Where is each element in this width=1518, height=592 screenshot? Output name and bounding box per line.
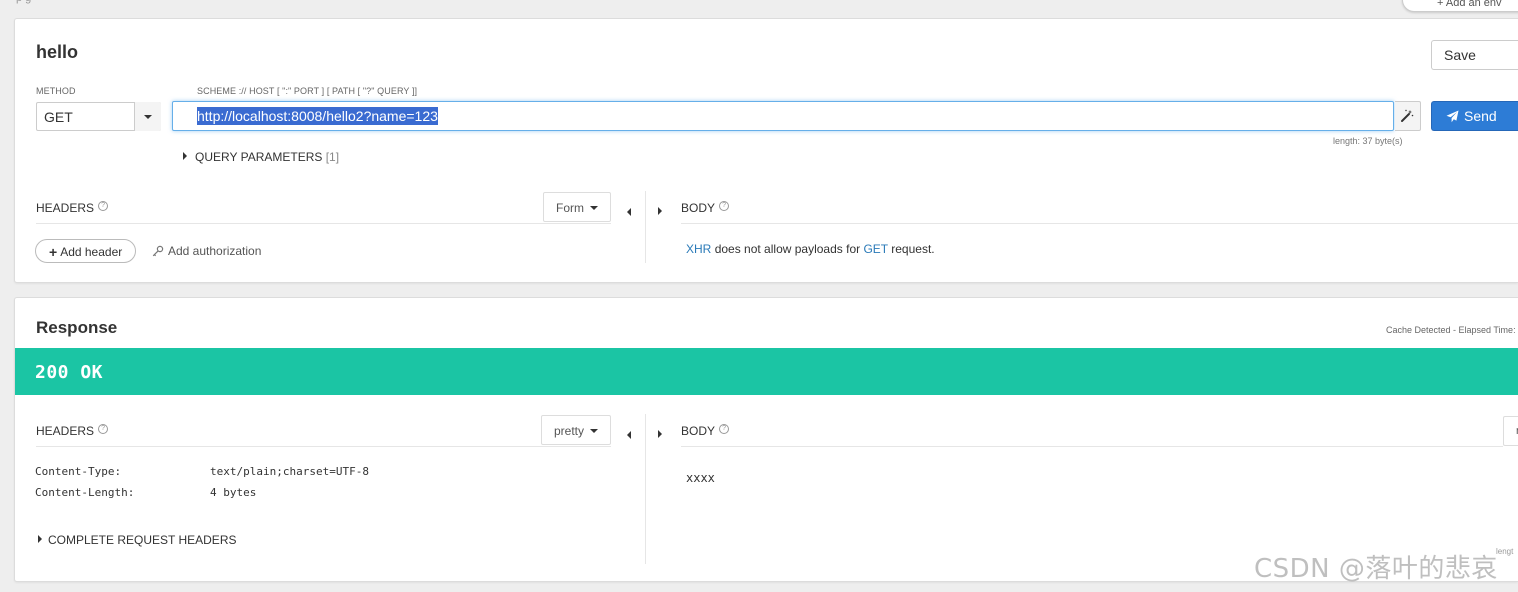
method-label: METHOD (36, 86, 76, 96)
request-body-label: BODY (681, 201, 716, 215)
query-parameters-label: QUERY PARAMETERS (195, 150, 323, 164)
header-name: Content-Length: (35, 486, 135, 499)
send-label: Send (1464, 108, 1497, 124)
response-body-heading: BODY? (681, 424, 730, 438)
response-headers-label: HEADERS (36, 424, 95, 438)
add-header-button[interactable]: + Add header (35, 239, 136, 263)
xhr-note-end: request. (891, 242, 935, 256)
clipped-breadcrumb: p g (16, 0, 31, 4)
caret-left-icon (627, 208, 631, 216)
help-icon[interactable]: ? (98, 201, 109, 211)
table-row: Content-Length: (35, 486, 134, 499)
add-authorization-link[interactable]: Add authorization (152, 244, 261, 258)
collapse-right-button[interactable] (658, 426, 670, 444)
collapse-left-button[interactable] (627, 426, 631, 444)
response-panel: Response Cache Detected - Elapsed Time: … (14, 297, 1518, 582)
caret-right-icon (38, 535, 42, 543)
help-icon[interactable]: ? (719, 201, 730, 211)
body-underline (681, 223, 1518, 224)
url-format-label: SCHEME :// HOST [ ":" PORT ] [ PATH [ "?… (197, 86, 418, 96)
headers-mode-value: Form (556, 201, 584, 215)
xhr-note-text: does not allow payloads for (714, 242, 861, 256)
key-icon (152, 245, 164, 257)
response-title: Response (36, 318, 118, 337)
magic-wand-icon (1401, 109, 1414, 122)
complete-request-headers-label: COMPLETE REQUEST HEADERS (48, 533, 237, 547)
request-body-heading: BODY? (681, 201, 730, 215)
help-icon[interactable]: ? (719, 424, 730, 434)
header-value: 4 bytes (210, 486, 257, 499)
magic-wand-button[interactable] (1395, 101, 1421, 131)
query-parameters-toggle[interactable]: QUERY PARAMETERS [1] (183, 150, 339, 164)
request-headers-label: HEADERS (36, 201, 95, 215)
xhr-payload-note: XHR does not allow payloads for GET requ… (686, 242, 935, 256)
add-authorization-label: Add authorization (168, 244, 262, 258)
add-header-label: Add header (60, 245, 123, 259)
response-body-label: BODY (681, 424, 716, 438)
caret-right-icon (183, 152, 187, 160)
chevron-down-icon (144, 115, 152, 119)
body-underline (681, 446, 1503, 447)
url-length-note: length: 37 byte(s) (1333, 136, 1403, 146)
table-row: 4 bytes (210, 486, 256, 499)
query-parameters-count: [1] (325, 150, 340, 164)
method-value: GET (44, 109, 73, 125)
url-input[interactable]: http://localhost:8008/hello2?name=123 (172, 101, 1394, 131)
caret-right-icon (658, 430, 662, 438)
complete-request-headers-toggle[interactable]: COMPLETE REQUEST HEADERS (38, 533, 236, 547)
collapse-right-button[interactable] (658, 203, 670, 221)
request-panel: hello Save METHOD SCHEME :// HOST [ ":" … (14, 18, 1518, 283)
response-headers-mode-dropdown[interactable]: pretty (541, 415, 611, 445)
collapse-left-button[interactable] (627, 203, 631, 221)
watermark: CSDN @落叶的悲哀 (1254, 554, 1498, 584)
help-icon[interactable]: ? (98, 424, 109, 434)
save-button[interactable]: Save (1431, 40, 1518, 70)
response-headers-mode-value: pretty (554, 424, 585, 438)
add-environment-button[interactable]: + Add an env (1402, 0, 1518, 12)
response-length-note: lengt (1496, 547, 1514, 556)
get-link[interactable]: GET (863, 242, 887, 256)
response-body-mode-dropdown[interactable]: r (1503, 416, 1518, 446)
status-bar: 200 OK (15, 348, 1518, 395)
table-row: Content-Type: (35, 465, 121, 478)
chevron-down-icon (590, 206, 598, 210)
table-row: text/plain;charset=UTF-8 (210, 465, 369, 478)
top-strip: p g + Add an env (0, 0, 1518, 14)
response-headers-heading: HEADERS? (36, 424, 109, 438)
caret-right-icon (658, 207, 662, 215)
paper-plane-icon (1446, 110, 1459, 123)
chevron-down-icon (590, 429, 599, 433)
section-divider (645, 191, 646, 263)
headers-underline (36, 223, 611, 224)
url-value: http://localhost:8008/hello2?name=123 (197, 107, 438, 125)
send-button[interactable]: Send (1431, 101, 1518, 131)
header-value: text/plain;charset=UTF-8 (210, 465, 369, 478)
request-headers-heading: HEADERS? (36, 201, 109, 215)
section-divider (645, 414, 646, 564)
method-dropdown-toggle[interactable] (134, 102, 161, 131)
headers-underline (36, 446, 611, 447)
cache-note: Cache Detected - Elapsed Time: (1386, 325, 1516, 335)
plus-icon: + (49, 244, 58, 260)
header-name: Content-Type: (35, 465, 122, 478)
xhr-link[interactable]: XHR (686, 242, 711, 256)
request-title: hello (36, 42, 79, 62)
caret-left-icon (627, 431, 631, 439)
headers-mode-dropdown[interactable]: Form (543, 192, 611, 222)
response-body-content: xxxx (686, 471, 715, 485)
status-code: 200 OK (35, 362, 104, 383)
